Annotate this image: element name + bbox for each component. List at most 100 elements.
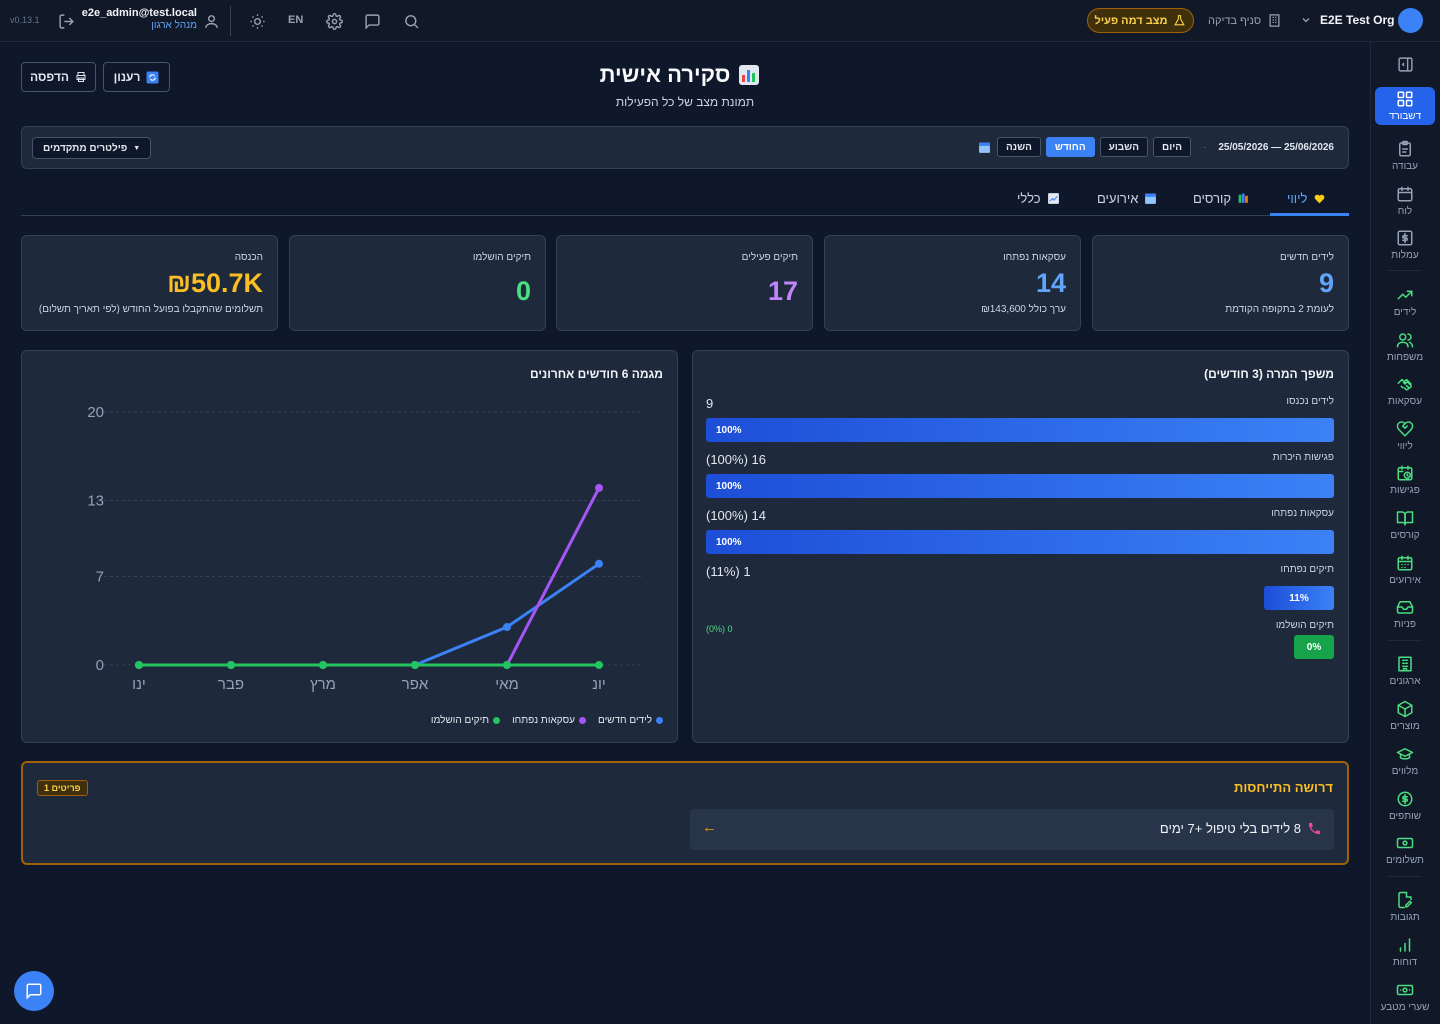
- data-point[interactable]: [319, 661, 327, 669]
- legend-item[interactable]: לידים חדשים: [598, 715, 663, 726]
- sidebar-item-label: משפחות: [1386, 352, 1424, 363]
- user-icon[interactable]: [201, 11, 221, 31]
- sidebar-item-10[interactable]: אירועים: [1375, 550, 1435, 590]
- chart-icon: [1047, 192, 1059, 204]
- sidebar-item-3[interactable]: עמלות: [1375, 225, 1435, 265]
- stat-subtext: תשלומים שהתקבלו בפועל החודש (לפי תאריך ת…: [38, 304, 263, 315]
- period-option[interactable]: החודש: [1045, 137, 1095, 157]
- data-point[interactable]: [503, 661, 511, 669]
- sidebar-item-2[interactable]: לוח: [1375, 181, 1435, 221]
- print-button[interactable]: הדפסה: [21, 62, 96, 92]
- arrow-left-icon: ←: [702, 819, 717, 836]
- attention-item[interactable]: ← 8 לידים בלי טיפול +7 ימים: [690, 809, 1334, 850]
- sidebar-item-8[interactable]: פגישות: [1375, 460, 1435, 500]
- funnel-bar-pct: 100%: [716, 424, 742, 436]
- sidebar-item-11[interactable]: פניות: [1375, 594, 1435, 634]
- calendar-icon: [979, 142, 990, 153]
- data-point[interactable]: [227, 661, 235, 669]
- tab-3[interactable]: כללי: [1017, 180, 1060, 216]
- user-role: מנהל ארגון: [151, 20, 197, 31]
- tab-2[interactable]: אירועים: [1097, 180, 1157, 216]
- chevron-down-icon: [1302, 18, 1310, 23]
- data-point[interactable]: [135, 661, 143, 669]
- stat-card: הכנסה ₪50.7K תשלומים שהתקבלו בפועל החודש (…: [21, 235, 278, 331]
- sidebar-item-label: תגובות: [1390, 912, 1420, 923]
- sidebar-item-label: קורסים: [1390, 530, 1420, 541]
- legend-item[interactable]: עסקאות נפתחו: [512, 715, 586, 726]
- logout-icon[interactable]: [56, 11, 76, 31]
- sidebar-item-16[interactable]: תשלומים: [1375, 830, 1435, 870]
- sidebar-item-13[interactable]: מוצרים: [1375, 696, 1435, 736]
- stat-label: לידים חדשים: [1280, 252, 1334, 263]
- avatar[interactable]: [1398, 8, 1423, 33]
- sidebar-item-5[interactable]: משפחות: [1375, 327, 1435, 367]
- period-option[interactable]: היום: [1153, 137, 1191, 157]
- branch-selector[interactable]: סניף בדיקה: [1208, 13, 1282, 28]
- tab-0[interactable]: ליווי: [1287, 180, 1326, 216]
- calendar-icon: [1397, 186, 1413, 202]
- heart-handshake-icon: [1396, 421, 1414, 437]
- book-icon: [1396, 511, 1414, 526]
- stat-card: עסקאות נפתחו 14 ₪143,600 ערך כולל: [824, 235, 1081, 331]
- collapse-sidebar-icon[interactable]: [1397, 56, 1414, 78]
- period-option[interactable]: השנה: [997, 137, 1041, 157]
- demo-mode-label: מצב דמה פעיל: [1094, 14, 1168, 27]
- sidebar-item-9[interactable]: קורסים: [1375, 505, 1435, 545]
- calendar-icon: [1145, 193, 1157, 204]
- sidebar-item-12[interactable]: ארגונים: [1375, 651, 1435, 691]
- sidebar-item-label: מוצרים: [1390, 721, 1420, 732]
- data-point[interactable]: [503, 623, 511, 632]
- clipboard-icon: [1399, 140, 1411, 157]
- data-point[interactable]: [411, 661, 419, 669]
- sidebar-item-0[interactable]: דשבורד: [1375, 87, 1435, 125]
- sidebar-item-15[interactable]: שותפים: [1375, 786, 1435, 826]
- sidebar-item-7[interactable]: ליווי: [1375, 416, 1435, 456]
- refresh-button[interactable]: רענון: [103, 62, 170, 92]
- bar-chart-emoji-icon: [739, 65, 760, 85]
- legend-dot: [656, 717, 663, 724]
- settings-gear-icon[interactable]: [324, 11, 344, 31]
- y-tick-label: 7: [96, 568, 104, 585]
- dashboard-icon: [1397, 91, 1413, 107]
- heart-icon: [1315, 194, 1325, 203]
- data-point[interactable]: [595, 559, 603, 568]
- sidebar-item-6[interactable]: עסקאות: [1375, 371, 1435, 411]
- attention-item-text: 8 לידים בלי טיפול +7 ימים: [1159, 821, 1301, 836]
- users-icon: [1396, 333, 1414, 348]
- trending-up-icon: [1397, 290, 1413, 300]
- date-range[interactable]: 25/05/2026 — 25/06/2026: [1218, 142, 1334, 153]
- sidebar-item-4[interactable]: לידים: [1375, 282, 1435, 322]
- period-option[interactable]: השבוע: [1099, 137, 1148, 157]
- sidebar-item-19[interactable]: שערי מטבע: [1375, 977, 1435, 1017]
- stat-subtext: לעומת 2 בתקופה הקודמת: [1225, 304, 1334, 315]
- advanced-filters-button[interactable]: פילטרים מתקדמים ▼: [32, 137, 152, 159]
- search-icon[interactable]: [401, 11, 421, 31]
- stat-value: 0: [515, 276, 531, 306]
- language-toggle[interactable]: EN: [288, 14, 303, 26]
- series-line: [139, 562, 600, 667]
- sidebar-item-14[interactable]: מלווים: [1375, 741, 1435, 781]
- sidebar-item-label: שותפים: [1388, 811, 1422, 822]
- building-icon: [1269, 14, 1280, 27]
- org-selector[interactable]: E2E Test Org: [1300, 13, 1394, 27]
- messages-icon[interactable]: [362, 11, 382, 31]
- sidebar-item-1[interactable]: עבודה: [1375, 136, 1435, 176]
- legend-item[interactable]: תיקים הושלמו: [431, 715, 501, 726]
- dollar-icon: [1397, 230, 1413, 246]
- data-point[interactable]: [595, 483, 603, 492]
- sidebar-item-18[interactable]: דוחות: [1375, 932, 1435, 972]
- sidebar-item-17[interactable]: תגובות: [1375, 887, 1435, 927]
- user-info[interactable]: e2e_admin@test.local מנהל ארגון: [82, 7, 197, 31]
- chat-fab-button[interactable]: [14, 971, 54, 1011]
- theme-toggle-sun-icon[interactable]: [247, 11, 267, 31]
- demo-mode-badge[interactable]: מצב דמה פעיל: [1087, 8, 1194, 33]
- funnel-bar: 100%: [706, 418, 1334, 442]
- stat-label: הכנסה: [234, 252, 263, 263]
- legend-dot: [493, 717, 501, 724]
- legend-label: עסקאות נפתחו: [512, 715, 575, 726]
- tab-1[interactable]: קורסים: [1193, 180, 1250, 216]
- funnel-value: (100%) 14: [706, 508, 766, 523]
- data-point[interactable]: [595, 661, 603, 669]
- funnel-label: לידים נכנסו: [1286, 396, 1334, 407]
- y-tick-label: 0: [96, 657, 104, 674]
